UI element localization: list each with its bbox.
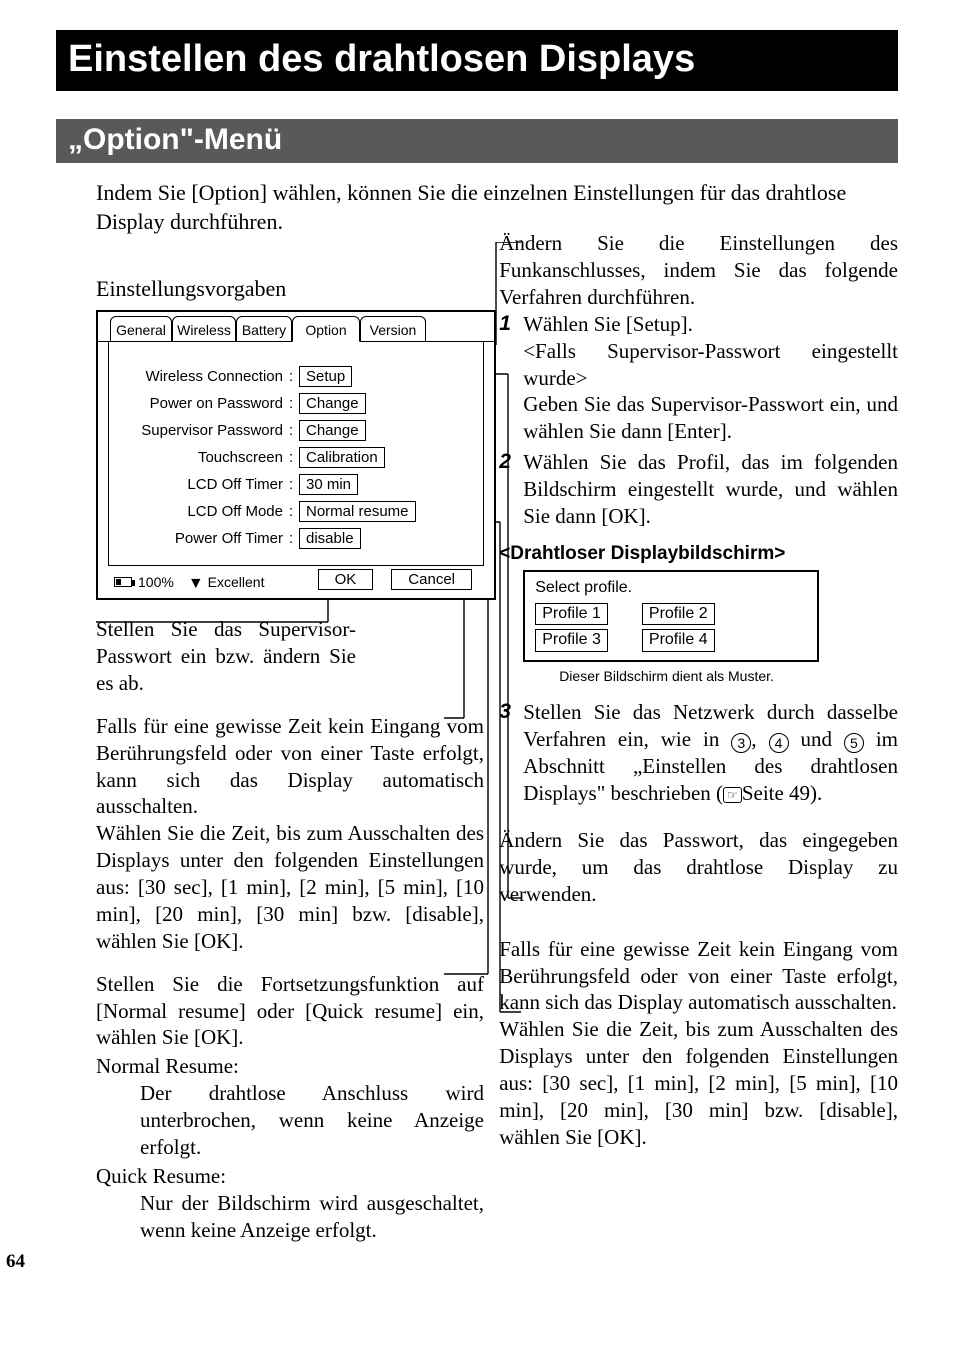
quick-resume-text: Nur der Bildschirm wird ausgeschaltet, w…: [140, 1190, 484, 1244]
lcdoff-desc: Falls für eine gewisse Zeit kein Eingang…: [96, 713, 484, 955]
reference-icon: ☞: [723, 787, 742, 803]
tab-option[interactable]: Option: [292, 316, 360, 342]
cancel-button[interactable]: Cancel: [391, 569, 472, 590]
battery-percent: 100%: [138, 574, 174, 590]
normal-resume-text: Der drahtlose Anschluss wird unterbroche…: [140, 1080, 484, 1161]
row-touchscreen-label: Touchscreen: [119, 449, 289, 466]
step-1-num: 1: [499, 311, 523, 338]
lcdofftimer-button[interactable]: 30 min: [299, 474, 358, 495]
poweronpw-change-button[interactable]: Change: [299, 393, 366, 414]
profile-3-button[interactable]: Profile 3: [535, 629, 608, 651]
step-1a: <Falls Supervisor-Passwort eingestellt w…: [523, 338, 898, 392]
calibration-button[interactable]: Calibration: [299, 447, 385, 468]
circle-3-icon: 3: [731, 733, 751, 753]
tab-version[interactable]: Version: [360, 316, 426, 342]
antenna-icon: ▼: [188, 577, 204, 591]
normal-resume-heading: Normal Resume:: [96, 1053, 484, 1080]
row-lcdofftimer-label: LCD Off Timer: [119, 476, 289, 493]
battery-icon: [114, 577, 132, 587]
profile-box: Select profile. Profile 1 Profile 2 Prof…: [523, 570, 819, 661]
intro-text: Indem Sie [Option] wählen, können Sie di…: [96, 179, 898, 236]
circle-5-icon: 5: [844, 733, 864, 753]
supervisorpw-change-button[interactable]: Change: [299, 420, 366, 441]
row-supervisorpw-label: Supervisor Password: [119, 422, 289, 439]
ok-button[interactable]: OK: [318, 569, 374, 590]
right-intro: Ändern Sie die Einstellungen des Funkans…: [499, 230, 898, 311]
profile-4-button[interactable]: Profile 4: [642, 629, 715, 651]
resume-intro: Stellen Sie die Fortsetzungsfunktion auf…: [96, 971, 484, 1052]
quick-resume-heading: Quick Resume:: [96, 1163, 484, 1190]
setup-button[interactable]: Setup: [299, 366, 352, 387]
profile-heading: <Drahtloser Displaybildschirm>: [499, 542, 898, 566]
password-change-desc: Ändern Sie das Passwort, das eingegeben …: [499, 827, 898, 908]
step-2-text: Wählen Sie das Profil, das im folgenden …: [523, 449, 898, 530]
defaults-label: Einstellungsvorgaben: [96, 276, 484, 302]
signal-text: Excellent: [208, 574, 265, 590]
row-poweronpw-label: Power on Password: [119, 395, 289, 412]
profile-caption: Dieser Bildschirm dient als Muster.: [559, 668, 898, 686]
profile-1-button[interactable]: Profile 1: [535, 603, 608, 625]
step-3-num: 3: [499, 699, 523, 807]
step-1-text: Wählen Sie [Setup].: [523, 311, 898, 338]
step-2-num: 2: [499, 449, 523, 530]
tab-wireless[interactable]: Wireless: [172, 316, 236, 342]
section-heading: „Option"-Menü: [56, 119, 898, 163]
powerofftimer-button[interactable]: disable: [299, 528, 361, 549]
select-profile-label: Select profile.: [535, 578, 807, 598]
step-1b: Geben Sie das Supervisor-Passwort ein, u…: [523, 391, 898, 445]
page-title: Einstellen des drahtlosen Displays: [56, 30, 898, 91]
lcdoffmode-button[interactable]: Normal resume: [299, 501, 416, 522]
profile-2-button[interactable]: Profile 2: [642, 603, 715, 625]
row-wireless-label: Wireless Connection: [119, 368, 289, 385]
poweroff-desc: Falls für eine gewisse Zeit kein Eingang…: [499, 936, 898, 1151]
row-powerofftimer-label: Power Off Timer: [119, 530, 289, 547]
option-panel: General Wireless Battery Option Version …: [96, 310, 496, 600]
supervisor-desc: Stellen Sie das Supervisor-Passwort ein …: [96, 616, 356, 697]
circle-4-icon: 4: [769, 733, 789, 753]
page-number: 64: [6, 1251, 25, 1273]
step-3-text: Stellen Sie das Netzwerk durch dasselbe …: [523, 699, 898, 807]
row-lcdoffmode-label: LCD Off Mode: [119, 503, 289, 520]
tab-battery[interactable]: Battery: [236, 316, 292, 342]
tab-general[interactable]: General: [110, 316, 172, 342]
